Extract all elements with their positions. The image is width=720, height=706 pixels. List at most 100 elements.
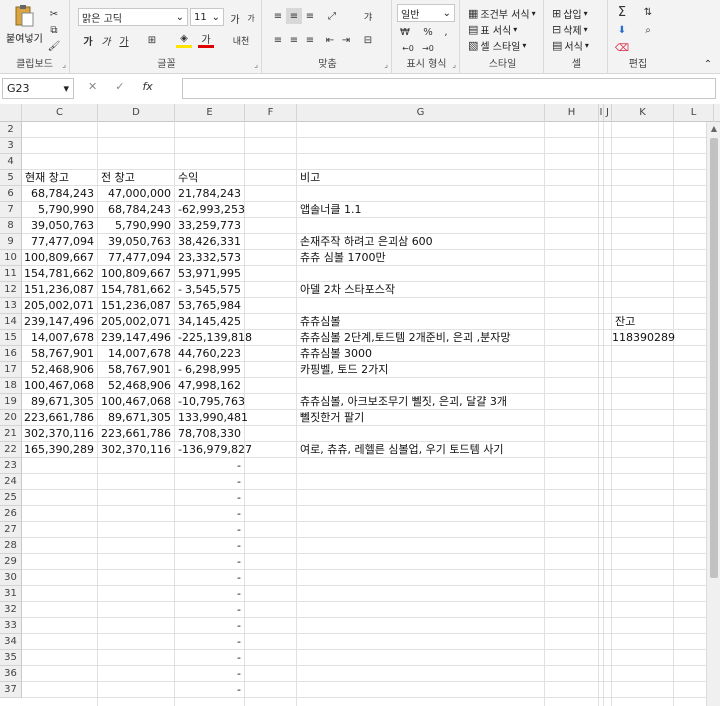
cell-note[interactable]: 츄츄심볼, 아크보조무기 뻴짓, 은괴, 달걀 3개 (297, 394, 545, 410)
orientation-icon[interactable]: ⤢ (324, 8, 340, 24)
vertical-scrollbar[interactable]: ▲ (706, 122, 720, 706)
name-box[interactable]: G23 ▾ (2, 78, 74, 99)
phonetic-button[interactable]: 내천 (230, 32, 252, 48)
cell-current-stock[interactable]: 205,002,071 (22, 298, 98, 314)
cell-previous-stock[interactable]: 47,000,000 (98, 186, 175, 202)
cell-previous-stock[interactable]: 100,809,667 (98, 266, 175, 282)
cell-note[interactable]: 여로, 츄츄, 레헬른 심볼업, 우기 토드템 사기 (297, 442, 545, 458)
cell-current-stock[interactable]: 239,147,496 (22, 314, 98, 330)
cell-profit-empty[interactable]: - (175, 506, 245, 522)
shrink-font-button[interactable]: 가 (243, 10, 259, 26)
cell-previous-stock[interactable]: 239,147,496 (98, 330, 175, 346)
cell-profit[interactable]: 23,332,573 (175, 250, 245, 266)
column-header-j[interactable]: J (604, 104, 612, 122)
font-size-select[interactable]: 11 ⌄ (190, 8, 224, 26)
row-header-14[interactable]: 14 (0, 314, 22, 330)
cell-profit[interactable]: -3,545,575 (175, 282, 245, 298)
clear-icon[interactable]: ⌫ (614, 40, 630, 56)
fill-icon[interactable]: ⬇ (614, 22, 630, 38)
align-top-icon[interactable]: ≡ (270, 8, 286, 24)
cell-previous-stock[interactable]: 14,007,678 (98, 346, 175, 362)
delete-cells-button[interactable]: ⊟ 삭제 ▾ (552, 22, 588, 37)
find-select-icon[interactable]: ⌕ (640, 22, 656, 38)
cell-profit-empty[interactable]: - (175, 570, 245, 586)
cell-profit[interactable]: -62,993,253 (175, 202, 245, 218)
format-cells-button[interactable]: ▤ 서식 ▾ (552, 38, 589, 53)
cell-profit-empty[interactable]: - (175, 586, 245, 602)
cell-profit[interactable]: -225,139,818 (175, 330, 252, 346)
cell-note[interactable]: 손재주작 하려고 은괴삼 600 (297, 234, 545, 250)
cell-profit-empty[interactable]: - (175, 490, 245, 506)
row-header-25[interactable]: 25 (0, 490, 22, 506)
cell-note[interactable]: 츄츄 심볼 1700만 (297, 250, 545, 266)
conditional-format-button[interactable]: ▦ 조건부 서식 ▾ (468, 6, 536, 21)
cell-profit-empty[interactable]: - (175, 666, 245, 682)
cell-current-stock[interactable]: 151,236,087 (22, 282, 98, 298)
font-name-select[interactable]: 맑은 고딕 ⌄ (78, 8, 188, 26)
sort-filter-icon[interactable]: ⇅ (640, 4, 656, 20)
font-color-button[interactable]: 가 (198, 32, 214, 48)
column-header-f[interactable]: F (245, 104, 297, 122)
borders-icon[interactable]: ⊞ (144, 32, 160, 48)
row-header-11[interactable]: 11 (0, 266, 22, 282)
cell-previous-stock[interactable]: 89,671,305 (98, 410, 175, 426)
row-header-18[interactable]: 18 (0, 378, 22, 394)
cell-current-stock[interactable]: 39,050,763 (22, 218, 98, 234)
align-center-icon[interactable]: ≡ (286, 32, 302, 48)
row-header-34[interactable]: 34 (0, 634, 22, 650)
row-header-30[interactable]: 30 (0, 570, 22, 586)
cell-profit[interactable]: 33,259,773 (175, 218, 245, 234)
increase-decimal-icon[interactable]: ←0 (400, 40, 416, 56)
cell-profit[interactable]: 47,998,162 (175, 378, 245, 394)
cell-profit-empty[interactable]: - (175, 522, 245, 538)
cell-profit[interactable]: 53,971,995 (175, 266, 245, 282)
cell-current-stock[interactable]: 68,784,243 (22, 186, 98, 202)
select-all-corner[interactable] (0, 104, 22, 122)
copy-icon[interactable]: ⧉ (46, 22, 62, 38)
cell-profit[interactable]: 78,708,330 (175, 426, 245, 442)
bold-button[interactable]: 가 (80, 32, 96, 48)
header-notes[interactable]: 비고 (297, 170, 545, 186)
formula-input[interactable] (182, 78, 716, 99)
wrap-text-button[interactable]: 갸 (360, 8, 376, 24)
cell-current-stock[interactable]: 154,781,662 (22, 266, 98, 282)
row-header-5[interactable]: 5 (0, 170, 22, 186)
row-header-20[interactable]: 20 (0, 410, 22, 426)
scroll-up-icon[interactable]: ▲ (707, 124, 720, 133)
font-launcher-icon[interactable]: ⌟ (254, 60, 258, 69)
underline-button[interactable]: 가 (116, 32, 132, 48)
cell-previous-stock[interactable]: 302,370,116 (98, 442, 175, 458)
row-header-19[interactable]: 19 (0, 394, 22, 410)
increase-indent-icon[interactable]: ⇥ (338, 32, 354, 48)
number-launcher-icon[interactable]: ⌟ (452, 60, 456, 69)
cell-previous-stock[interactable]: 100,467,068 (98, 394, 175, 410)
row-header-6[interactable]: 6 (0, 186, 22, 202)
row-header-7[interactable]: 7 (0, 202, 22, 218)
cell-current-stock[interactable]: 89,671,305 (22, 394, 98, 410)
decrease-decimal-icon[interactable]: →0 (420, 40, 436, 56)
cell-profit-empty[interactable]: - (175, 458, 245, 474)
row-header-26[interactable]: 26 (0, 506, 22, 522)
row-header-16[interactable]: 16 (0, 346, 22, 362)
alignment-launcher-icon[interactable]: ⌟ (384, 60, 388, 69)
number-format-select[interactable]: 일반 ⌄ (397, 4, 455, 22)
cell-current-stock[interactable]: 100,809,667 (22, 250, 98, 266)
cell-styles-button[interactable]: ▧ 셀 스타일 ▾ (468, 38, 526, 53)
insert-cells-button[interactable]: ⊞ 삽입 ▾ (552, 6, 588, 21)
decrease-indent-icon[interactable]: ⇤ (322, 32, 338, 48)
cell-note[interactable]: 아델 2차 스타포스작 (297, 282, 545, 298)
row-header-3[interactable]: 3 (0, 138, 22, 154)
cell-profit-empty[interactable]: - (175, 682, 245, 698)
cell-note[interactable]: 카핑벨, 토드 2가지 (297, 362, 545, 378)
grow-font-button[interactable]: 가 (227, 10, 243, 26)
row-header-13[interactable]: 13 (0, 298, 22, 314)
cell-note[interactable]: 츄츄심볼 2단계,토드템 2개준비, 은괴 ,분자망 (297, 330, 545, 346)
cell-note[interactable]: 츄츄심볼 3000 (297, 346, 545, 362)
header-balance[interactable]: 잔고 (612, 314, 674, 330)
row-header-22[interactable]: 22 (0, 442, 22, 458)
row-header-23[interactable]: 23 (0, 458, 22, 474)
cell-current-stock[interactable]: 100,467,068 (22, 378, 98, 394)
cell-current-stock[interactable]: 52,468,906 (22, 362, 98, 378)
cell-profit-empty[interactable]: - (175, 650, 245, 666)
cell-current-stock[interactable]: 58,767,901 (22, 346, 98, 362)
